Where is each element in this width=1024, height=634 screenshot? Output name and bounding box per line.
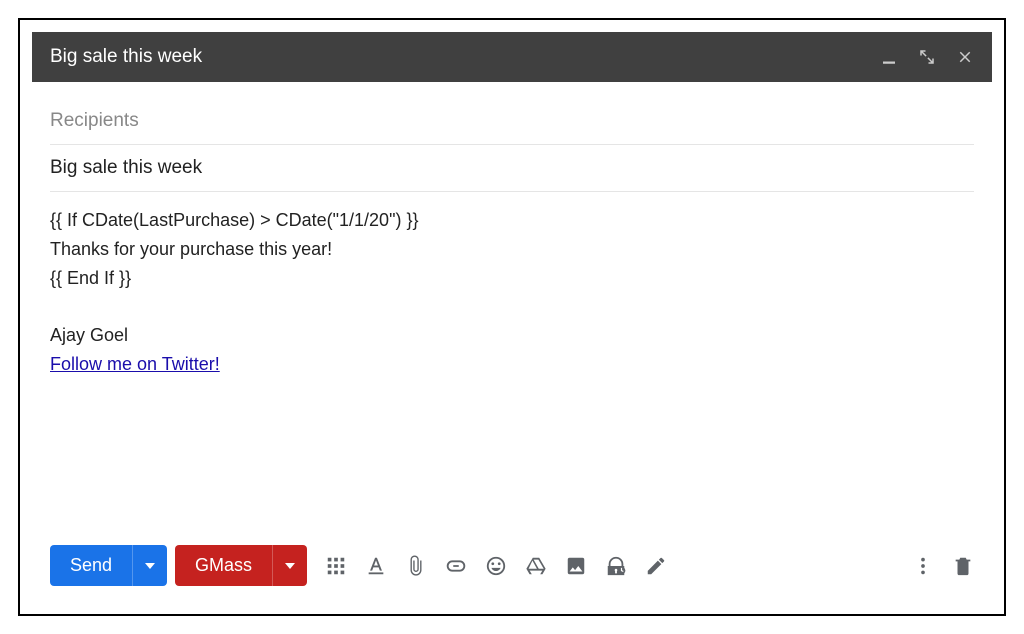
body-line-thanks: Thanks for your purchase this year! bbox=[50, 235, 974, 264]
apps-grid-icon[interactable] bbox=[325, 555, 347, 577]
photo-icon[interactable] bbox=[565, 555, 587, 577]
send-button-group: Send bbox=[50, 545, 167, 586]
formatting-icons bbox=[325, 555, 974, 577]
send-button[interactable]: Send bbox=[50, 545, 132, 586]
attachment-icon[interactable] bbox=[405, 555, 427, 577]
minimize-icon[interactable] bbox=[880, 48, 898, 66]
send-button-label: Send bbox=[70, 555, 112, 576]
close-icon[interactable] bbox=[956, 48, 974, 66]
titlebar: Big sale this week bbox=[32, 32, 992, 82]
drive-icon[interactable] bbox=[525, 555, 547, 577]
signature-name: Ajay Goel bbox=[50, 321, 974, 350]
subject-input[interactable] bbox=[50, 157, 974, 179]
expand-icon[interactable] bbox=[918, 48, 936, 66]
body-line-endif: {{ End If }} bbox=[50, 264, 974, 293]
body-blank-line bbox=[50, 292, 974, 321]
recipients-field[interactable]: Recipients bbox=[50, 98, 974, 145]
recipients-placeholder: Recipients bbox=[50, 110, 139, 131]
caret-down-icon bbox=[145, 563, 155, 569]
text-format-icon[interactable] bbox=[365, 555, 387, 577]
send-dropdown-button[interactable] bbox=[132, 545, 167, 586]
content-area: Recipients {{ If CDate(LastPurchase) > C… bbox=[32, 82, 992, 529]
gmass-button-group: GMass bbox=[175, 545, 307, 586]
caret-down-icon bbox=[285, 563, 295, 569]
twitter-link[interactable]: Follow me on Twitter! bbox=[50, 350, 974, 379]
subject-row bbox=[50, 145, 974, 192]
link-icon[interactable] bbox=[445, 555, 467, 577]
more-options-icon[interactable] bbox=[912, 555, 934, 577]
compose-window: Big sale this week Recipients {{ If CDat… bbox=[32, 32, 992, 602]
emoji-icon[interactable] bbox=[485, 555, 507, 577]
discard-trash-icon[interactable] bbox=[952, 555, 974, 577]
titlebar-controls bbox=[880, 48, 974, 66]
gmass-button-label: GMass bbox=[195, 555, 252, 576]
confidential-mode-icon[interactable] bbox=[605, 555, 627, 577]
right-action-icons bbox=[912, 555, 974, 577]
window-title: Big sale this week bbox=[50, 46, 880, 68]
gmass-dropdown-button[interactable] bbox=[272, 545, 307, 586]
email-body-area[interactable]: {{ If CDate(LastPurchase) > CDate("1/1/2… bbox=[50, 192, 974, 529]
compose-window-frame: Big sale this week Recipients {{ If CDat… bbox=[18, 18, 1006, 616]
gmass-button[interactable]: GMass bbox=[175, 545, 272, 586]
body-line-if: {{ If CDate(LastPurchase) > CDate("1/1/2… bbox=[50, 206, 974, 235]
signature-pen-icon[interactable] bbox=[645, 555, 667, 577]
compose-toolbar: Send GMass bbox=[32, 529, 992, 602]
